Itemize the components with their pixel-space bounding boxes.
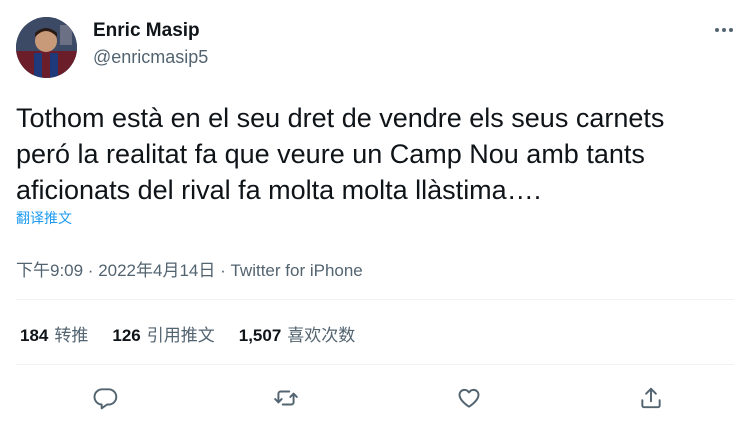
avatar-image: [16, 17, 77, 78]
retweet-count: 184: [20, 326, 49, 345]
author-name[interactable]: Enric Masip: [93, 20, 200, 42]
like-stat[interactable]: 1,507 喜欢次数: [239, 321, 356, 346]
more-dot: [715, 28, 719, 32]
tweet-text: Tothom està en el seu dret de vendre els…: [16, 103, 665, 205]
tweet-meta[interactable]: 下午9:09 · 2022年4月14日 · Twitter for iPhone: [16, 256, 363, 281]
tweet-stats: 184 转推 126 引用推文 1,507 喜欢次数: [20, 321, 355, 346]
retweet-label: 转推: [54, 326, 89, 345]
reply-icon: [93, 388, 118, 410]
share-icon: [641, 387, 661, 409]
quote-label: 引用推文: [146, 326, 215, 345]
reply-button[interactable]: [88, 380, 124, 416]
divider: [16, 299, 734, 300]
quote-count: 126: [112, 326, 141, 345]
share-button[interactable]: [633, 380, 669, 416]
author-handle[interactable]: @enricmasip5: [93, 47, 208, 68]
retweet-button[interactable]: [268, 380, 304, 416]
avatar[interactable]: [16, 17, 77, 78]
like-label: 喜欢次数: [287, 326, 356, 345]
retweet-icon: [274, 390, 298, 406]
action-bar: [0, 380, 750, 416]
like-count: 1,507: [238, 326, 282, 345]
retweet-stat[interactable]: 184 转推: [20, 321, 88, 346]
more-dots-icon[interactable]: [712, 22, 736, 38]
more-dot: [722, 28, 726, 32]
quote-stat[interactable]: 126 引用推文: [112, 321, 214, 346]
translate-tweet-link[interactable]: 翻译推文: [16, 208, 72, 228]
more-dot: [729, 28, 733, 32]
heart-icon: [458, 388, 480, 408]
like-button[interactable]: [451, 380, 487, 416]
divider: [16, 364, 734, 365]
